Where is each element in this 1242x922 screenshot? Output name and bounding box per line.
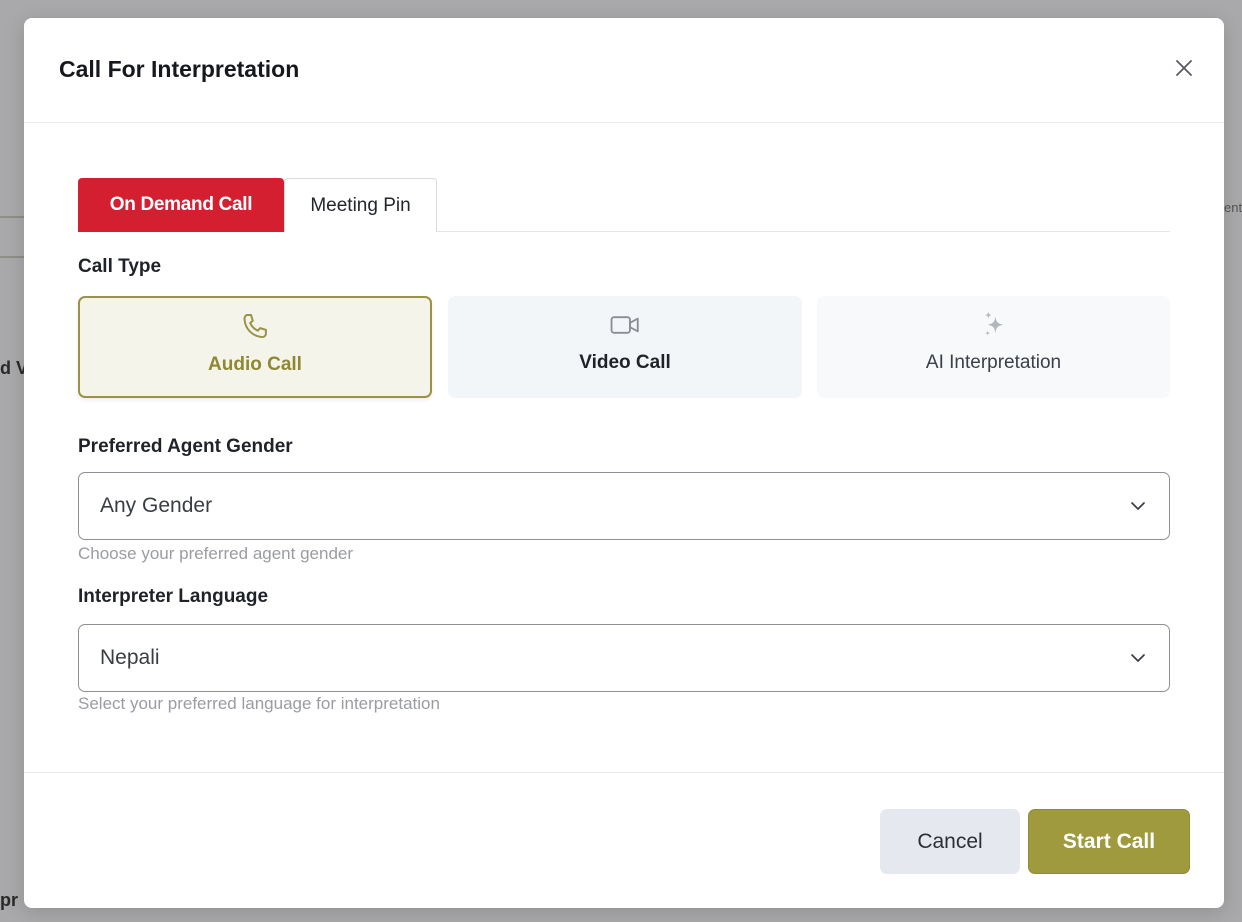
cancel-button[interactable]: Cancel — [880, 809, 1020, 874]
language-hint: Select your preferred language for inter… — [78, 694, 440, 713]
gender-select[interactable]: Any Gender — [78, 472, 1170, 540]
dialog-header: Call For Interpretation — [24, 18, 1224, 123]
tab-on-demand-call[interactable]: On Demand Call — [78, 178, 284, 232]
background-chart-line — [0, 256, 24, 258]
video-camera-icon — [610, 316, 639, 334]
dialog-footer: Cancel Start Call — [24, 772, 1224, 908]
video-call-label: Video Call — [579, 352, 671, 373]
language-select[interactable]: Nepali — [78, 624, 1170, 692]
audio-call-option[interactable]: Audio Call — [78, 296, 432, 398]
gender-hint: Choose your preferred agent gender — [78, 544, 354, 563]
video-call-option[interactable]: Video Call — [448, 296, 802, 398]
background-text-fragment: d V — [0, 358, 24, 378]
call-interpretation-dialog: Call For Interpretation On Demand Call M… — [24, 18, 1224, 908]
ai-interpretation-option[interactable]: AI Interpretation — [817, 296, 1170, 398]
chevron-down-icon — [1131, 654, 1145, 662]
close-button[interactable] — [1172, 56, 1196, 80]
dialog-title: Call For Interpretation — [59, 56, 300, 82]
gender-label: Preferred Agent Gender — [78, 436, 293, 457]
language-label: Interpreter Language — [78, 586, 269, 607]
chevron-down-icon — [1131, 502, 1145, 510]
call-mode-tabs: On Demand Call Meeting Pin — [78, 178, 1170, 232]
language-select-value: Nepali — [100, 646, 160, 669]
background-text-fragment: ent — [1224, 200, 1242, 215]
phone-icon — [243, 313, 267, 339]
background-chart-line — [0, 216, 24, 218]
audio-call-label: Audio Call — [208, 354, 302, 375]
background-text-fragment: pr — [0, 890, 18, 910]
call-type-label: Call Type — [78, 256, 162, 277]
sparkles-icon — [984, 311, 1003, 336]
call-type-options: Audio Call Video Call AI Interpretation — [78, 296, 1170, 398]
start-call-button[interactable]: Start Call — [1028, 809, 1190, 874]
ai-interpretation-label: AI Interpretation — [925, 352, 1062, 373]
tab-meeting-pin[interactable]: Meeting Pin — [284, 178, 437, 232]
gender-select-value: Any Gender — [100, 494, 213, 517]
close-icon — [1176, 60, 1192, 76]
